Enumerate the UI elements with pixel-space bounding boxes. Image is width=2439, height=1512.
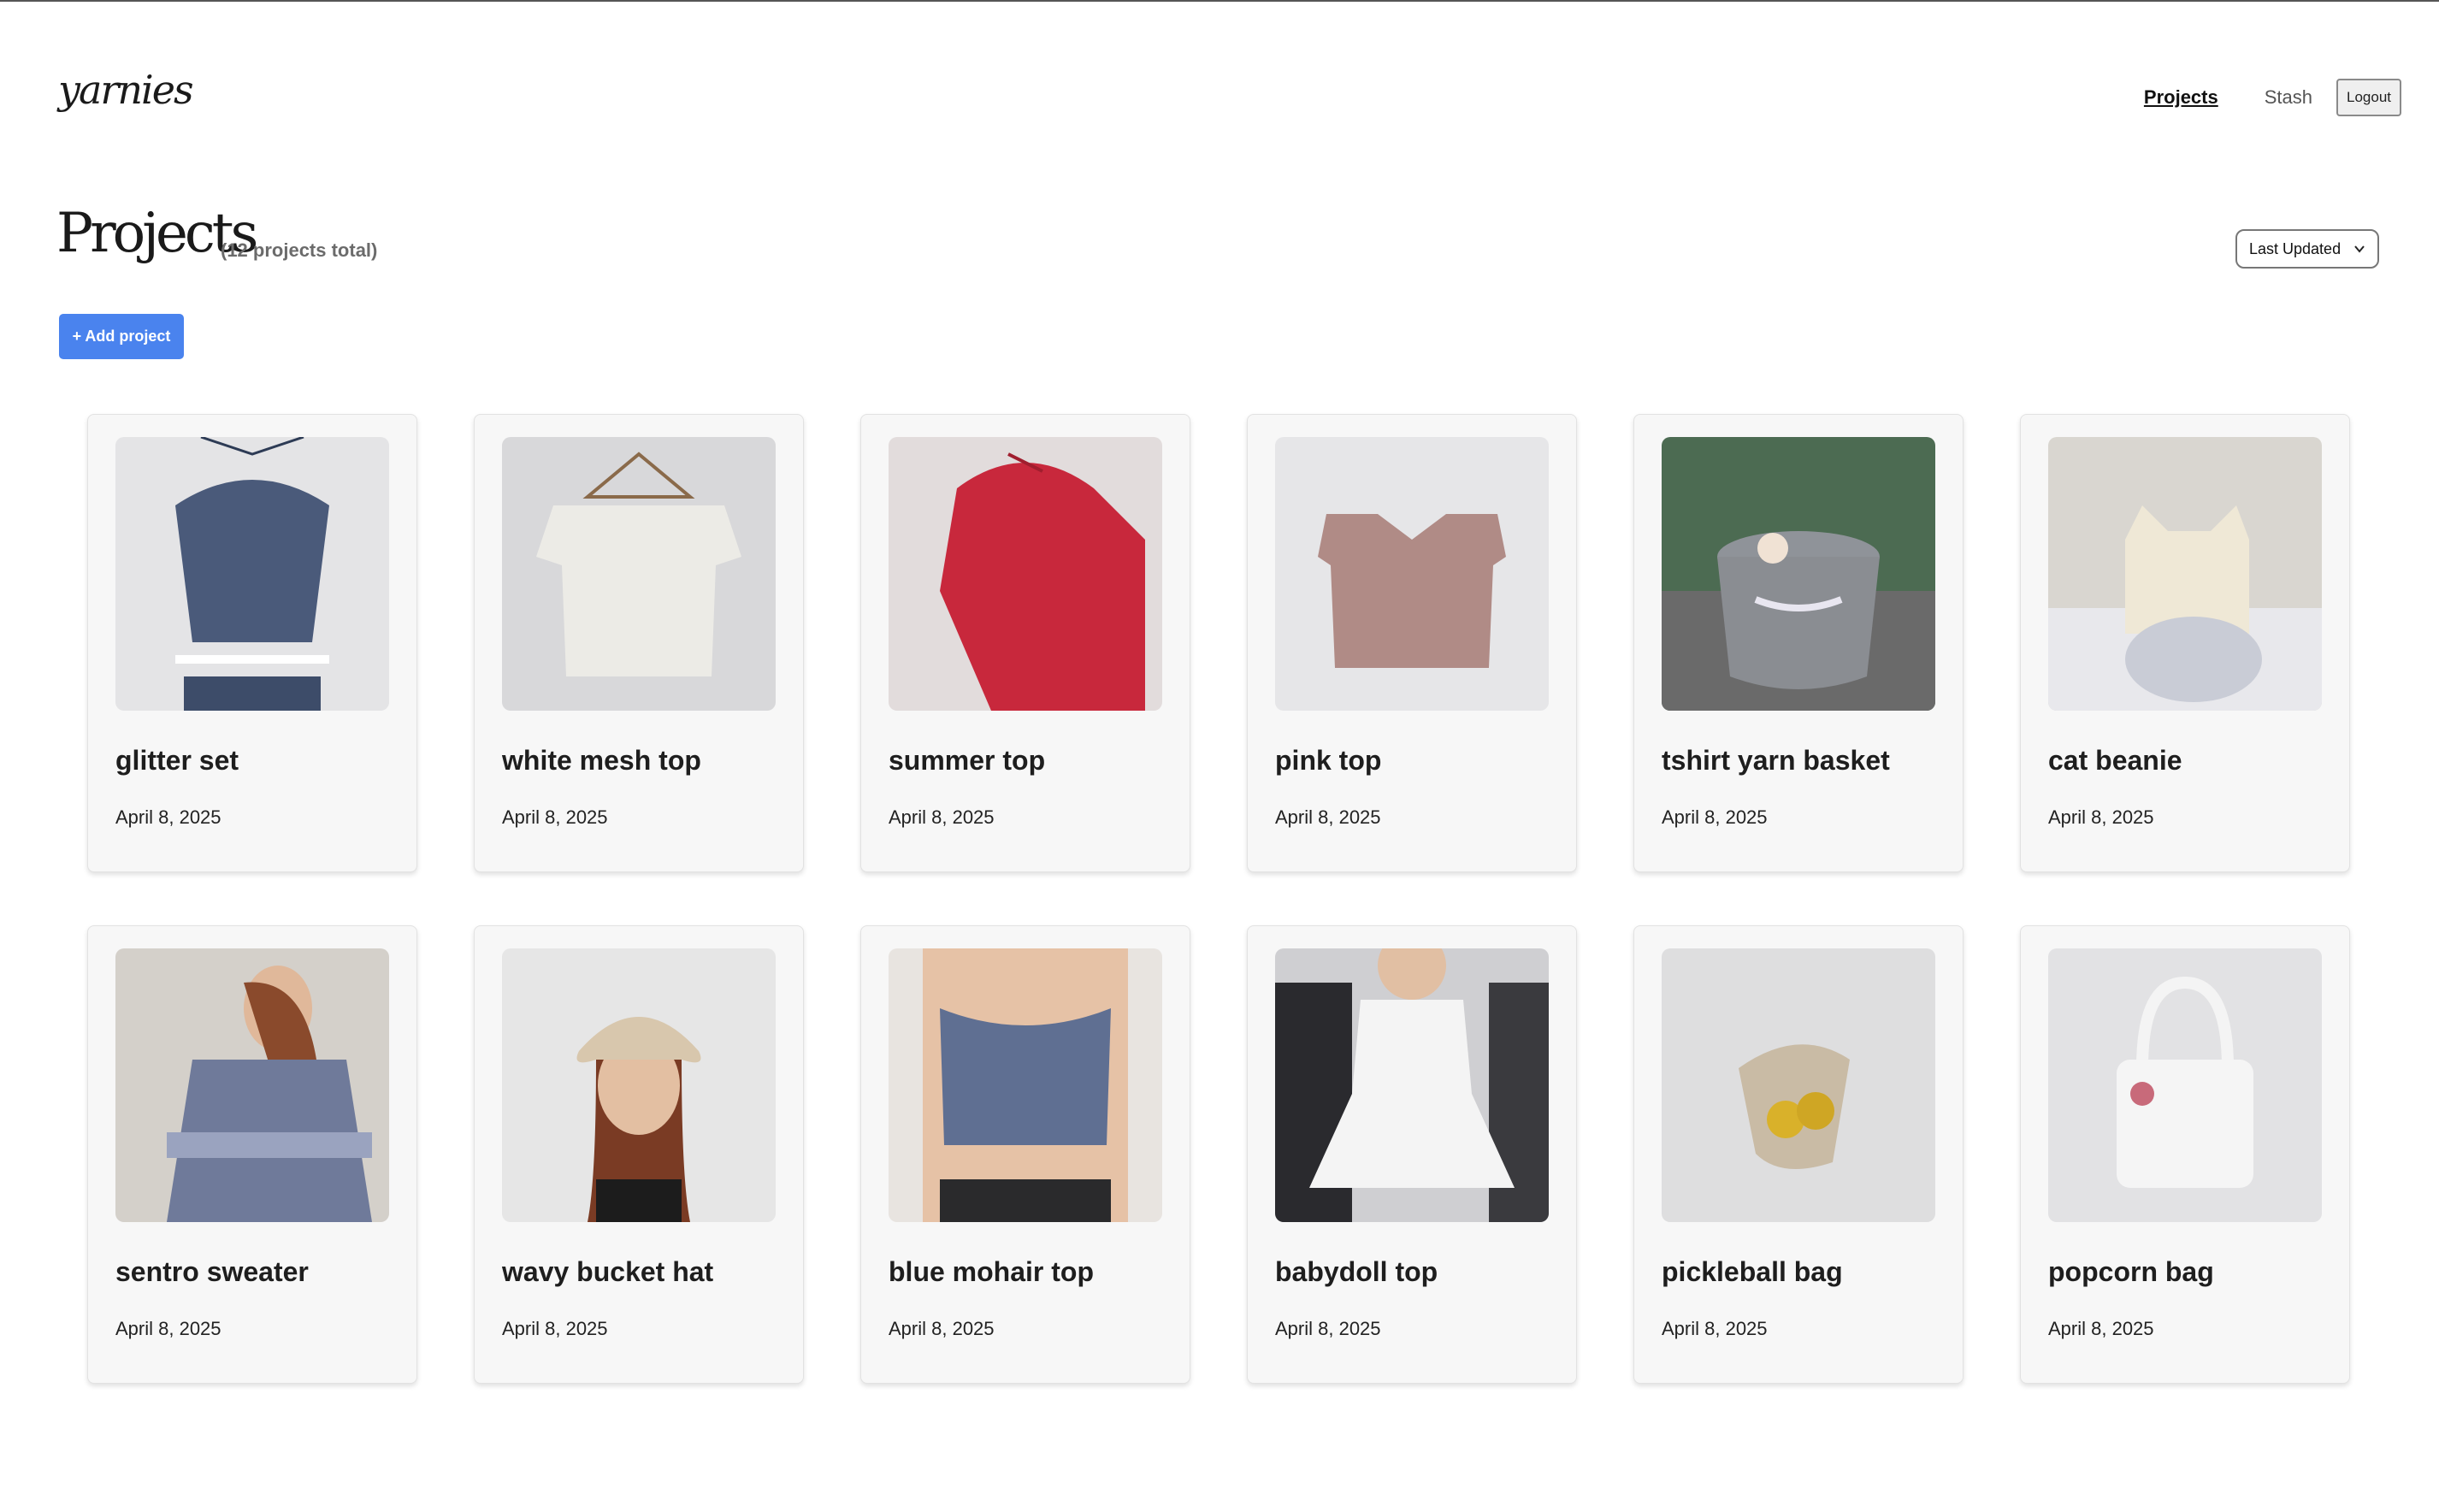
project-title: sentro sweater: [115, 1256, 309, 1287]
project-date: April 8, 2025: [1662, 1318, 1768, 1339]
nav-projects-link[interactable]: Projects: [2144, 86, 2218, 109]
project-image: [1662, 437, 1935, 711]
projects-total-count: (12 projects total): [221, 239, 378, 261]
project-date: April 8, 2025: [1275, 1318, 1381, 1339]
project-title: cat beanie: [2048, 745, 2182, 776]
project-title: white mesh top: [502, 745, 701, 776]
project-date: April 8, 2025: [889, 1318, 995, 1339]
project-card[interactable]: white mesh top April 8, 2025: [474, 414, 804, 872]
project-grid: glitter set April 8, 2025 white mesh top…: [87, 414, 2350, 1384]
project-title: summer top: [889, 745, 1046, 776]
project-date: April 8, 2025: [1662, 806, 1768, 828]
project-image: [1662, 948, 1935, 1222]
project-image: [502, 437, 776, 711]
project-title: blue mohair top: [889, 1256, 1094, 1287]
project-title: pink top: [1275, 745, 1382, 776]
project-card[interactable]: sentro sweater April 8, 2025: [87, 925, 417, 1384]
chevron-down-icon: [2354, 245, 2365, 253]
project-card[interactable]: blue mohair top April 8, 2025: [860, 925, 1190, 1384]
sort-select[interactable]: Last Updated: [2235, 229, 2379, 269]
project-card[interactable]: wavy bucket hat April 8, 2025: [474, 925, 804, 1384]
project-card[interactable]: pink top April 8, 2025: [1247, 414, 1577, 872]
project-title: popcorn bag: [2048, 1256, 2214, 1287]
project-date: April 8, 2025: [115, 806, 221, 828]
project-date: April 8, 2025: [1275, 806, 1381, 828]
project-image: [2048, 437, 2322, 711]
top-border: [0, 0, 2439, 2]
project-image: [2048, 948, 2322, 1222]
project-image: [889, 948, 1162, 1222]
project-date: April 8, 2025: [2048, 806, 2154, 828]
project-image: [502, 948, 776, 1222]
project-card[interactable]: tshirt yarn basket April 8, 2025: [1633, 414, 1964, 872]
app-logo[interactable]: yarnies: [58, 67, 194, 113]
project-date: April 8, 2025: [2048, 1318, 2154, 1339]
project-date: April 8, 2025: [502, 806, 608, 828]
project-card[interactable]: popcorn bag April 8, 2025: [2020, 925, 2350, 1384]
project-image: [1275, 437, 1549, 711]
project-title: tshirt yarn basket: [1662, 745, 1890, 776]
project-image: [1275, 948, 1549, 1222]
project-card[interactable]: glitter set April 8, 2025: [87, 414, 417, 872]
project-image: [115, 437, 389, 711]
project-card[interactable]: pickleball bag April 8, 2025: [1633, 925, 1964, 1384]
project-card[interactable]: cat beanie April 8, 2025: [2020, 414, 2350, 872]
project-card[interactable]: babydoll top April 8, 2025: [1247, 925, 1577, 1384]
project-date: April 8, 2025: [889, 806, 995, 828]
project-date: April 8, 2025: [115, 1318, 221, 1339]
nav-stash-link[interactable]: Stash: [2265, 86, 2312, 109]
sort-select-value: Last Updated: [2249, 239, 2342, 257]
project-date: April 8, 2025: [502, 1318, 608, 1339]
project-title: wavy bucket hat: [502, 1256, 714, 1287]
project-title: glitter set: [115, 745, 239, 776]
project-card[interactable]: summer top April 8, 2025: [860, 414, 1190, 872]
top-nav: Projects Stash Logout: [2144, 79, 2401, 116]
logout-button[interactable]: Logout: [2336, 79, 2401, 116]
project-image: [889, 437, 1162, 711]
project-image: [115, 948, 389, 1222]
add-project-button[interactable]: + Add project: [59, 314, 184, 359]
project-title: pickleball bag: [1662, 1256, 1843, 1287]
project-title: babydoll top: [1275, 1256, 1438, 1287]
